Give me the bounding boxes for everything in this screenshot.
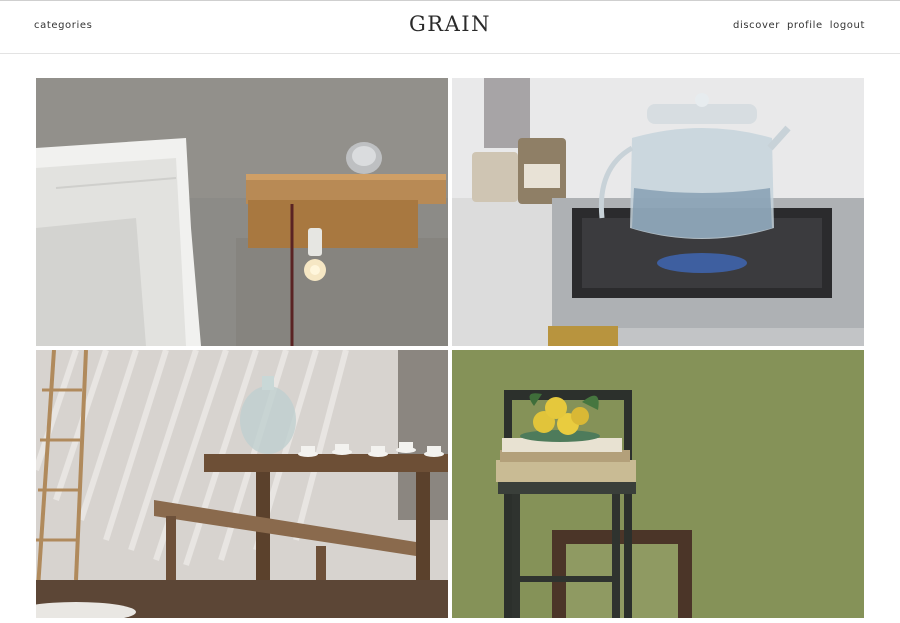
chair-lemons-photo[interactable] (452, 350, 864, 618)
chair-lemons-image (452, 350, 864, 618)
logout-link[interactable]: logout (830, 20, 865, 31)
rustic-dining-table-image (36, 350, 448, 618)
glass-kettle-image (452, 78, 864, 346)
photo-grid (36, 78, 864, 618)
bedside-shelf-image (36, 78, 448, 346)
glass-kettle-photo[interactable] (452, 78, 864, 346)
bedside-shelf-photo[interactable] (36, 78, 448, 346)
discover-link[interactable]: discover (733, 20, 780, 31)
site-header: categories GRAIN discover profile logout (0, 1, 900, 54)
user-nav: discover profile logout (733, 20, 865, 31)
rustic-dining-table-photo[interactable] (36, 350, 448, 618)
profile-link[interactable]: profile (787, 20, 823, 31)
